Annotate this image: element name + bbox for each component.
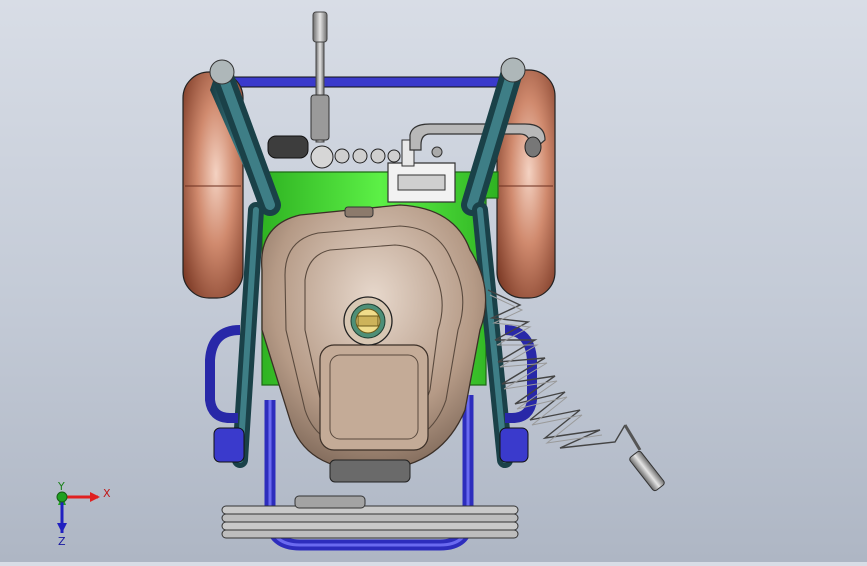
chain-assembly: [267, 135, 401, 169]
model-canvas: [56, 11, 665, 551]
engine-tank: [261, 204, 487, 483]
fuel-cap: [343, 296, 393, 346]
cad-viewport[interactable]: X Y Z: [0, 0, 867, 562]
triad-y-label: Y: [58, 480, 65, 493]
axis-triad: [56, 491, 100, 533]
triad-x-label: X: [103, 487, 111, 500]
top-crossbar: [221, 76, 523, 88]
tank-cover: [319, 344, 429, 451]
triad-z-label: Z: [58, 535, 66, 548]
